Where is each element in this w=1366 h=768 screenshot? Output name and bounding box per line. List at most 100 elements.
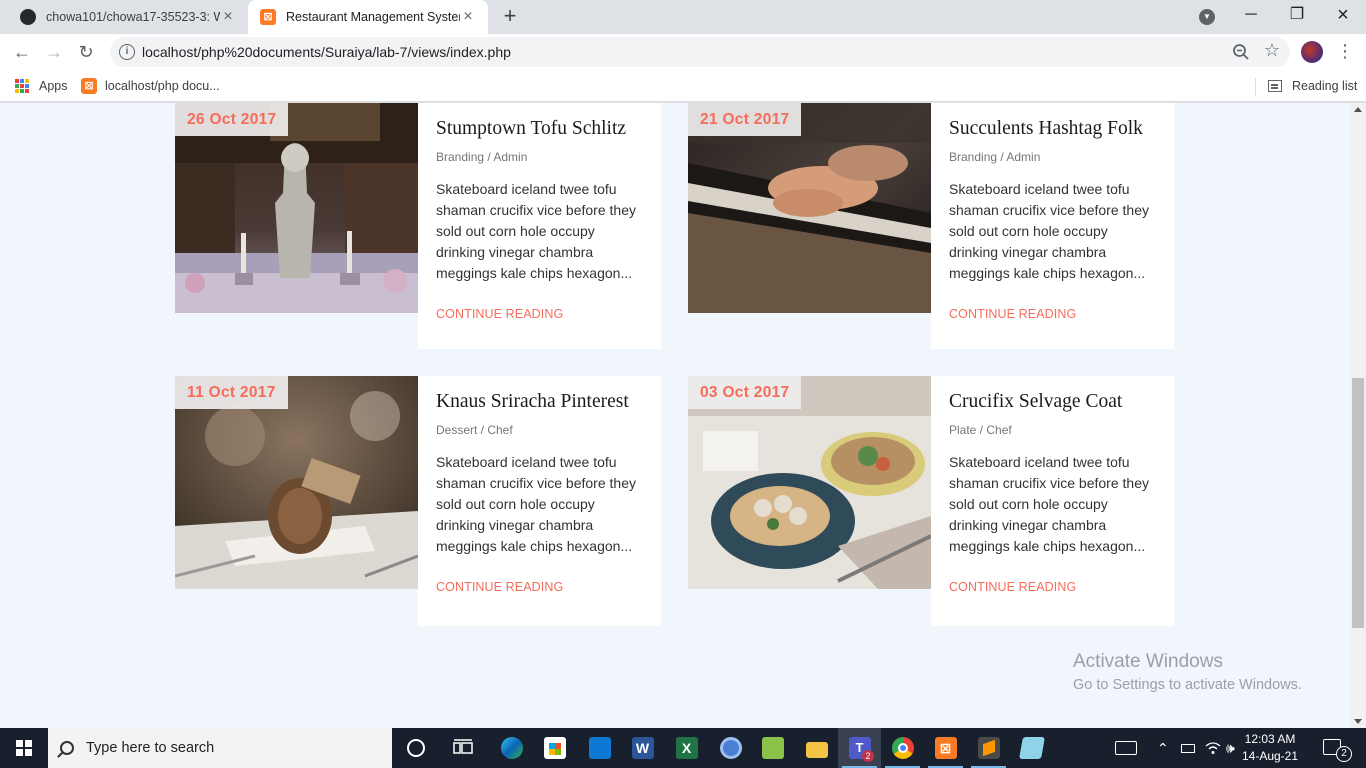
profile-avatar[interactable] — [1301, 41, 1323, 63]
divider — [1255, 78, 1256, 96]
post-meta: Plate / Chef — [949, 423, 1012, 437]
wifi-icon[interactable] — [1205, 728, 1221, 768]
post-body: Stumptown Tofu Schlitz Branding / Admin … — [418, 103, 661, 349]
reading-list-label: Reading list — [1292, 79, 1358, 93]
windows-taskbar: Type here to search W X T 2 ⊠ ⌃ 🕪 12:03 … — [0, 728, 1366, 768]
continue-reading-link[interactable]: CONTINUE READING — [949, 307, 1156, 321]
continue-reading-link[interactable]: CONTINUE READING — [436, 307, 643, 321]
bookmarks-bar: Apps ⊠ localhost/php docu... Reading lis… — [0, 70, 1366, 102]
apps-grid-icon — [15, 79, 29, 93]
new-tab-button[interactable]: + — [498, 5, 522, 29]
keyboard-icon[interactable] — [1115, 728, 1137, 768]
bookmark-label: localhost/php docu... — [105, 79, 220, 93]
reload-button[interactable]: ↻ — [74, 40, 98, 64]
clock-date: 14-Aug-21 — [1241, 749, 1299, 763]
tab-search-icon[interactable]: ▼ — [1199, 9, 1215, 25]
bookmark-star-icon[interactable]: ☆ — [1264, 40, 1280, 61]
search-icon — [60, 741, 74, 755]
word-icon[interactable]: W — [621, 728, 664, 768]
post-excerpt: Skateboard iceland twee tofu shaman cruc… — [436, 181, 636, 281]
tab-title: Restaurant Management System — [286, 10, 460, 24]
chevron-up-icon[interactable]: ⌃ — [1157, 728, 1169, 768]
post-date: 11 Oct 2017 — [175, 376, 288, 409]
scrollbar-thumb[interactable] — [1352, 378, 1364, 628]
xampp-taskbar-icon[interactable]: ⊠ — [924, 728, 967, 768]
teams-icon[interactable]: T 2 — [838, 728, 881, 768]
tab-github[interactable]: chowa101/chowa17-35523-3: We × — [8, 0, 248, 34]
apps-bookmark[interactable]: Apps — [15, 76, 68, 96]
tab-strip: chowa101/chowa17-35523-3: We × ⊠ Restaur… — [0, 0, 1366, 34]
xampp-icon: ⊠ — [260, 9, 276, 25]
edge-icon[interactable] — [490, 728, 533, 768]
scroll-up-icon[interactable] — [1354, 107, 1362, 112]
url-text[interactable]: localhost/php%20documents/Suraiya/lab-7/… — [142, 44, 511, 60]
post-excerpt: Skateboard iceland twee tofu shaman cruc… — [949, 454, 1149, 554]
post-title[interactable]: Stumptown Tofu Schlitz — [436, 118, 643, 140]
reading-list-icon — [1268, 80, 1282, 92]
teams-badge: 2 — [862, 750, 874, 762]
blog-card: 03 Oct 2017 Crucifix Selvage Coat Plate … — [688, 376, 1174, 626]
continue-reading-link[interactable]: CONTINUE READING — [436, 580, 643, 594]
info-icon[interactable]: i — [119, 44, 135, 60]
mail-icon[interactable] — [578, 728, 621, 768]
blog-card: 21 Oct 2017 Succulents Hashtag Folk Bran… — [688, 103, 1174, 349]
post-body: Crucifix Selvage Coat Plate / Chef Skate… — [931, 376, 1174, 626]
post-image[interactable]: 21 Oct 2017 — [688, 103, 931, 313]
post-excerpt: Skateboard iceland twee tofu shaman cruc… — [436, 454, 636, 554]
post-excerpt: Skateboard iceland twee tofu shaman cruc… — [949, 181, 1149, 281]
bookmark-localhost[interactable]: ⊠ localhost/php docu... — [81, 76, 220, 96]
task-view-icon[interactable] — [441, 728, 484, 768]
notepad-icon[interactable] — [1010, 728, 1053, 768]
menu-icon[interactable]: ⋮ — [1336, 40, 1354, 64]
post-date: 21 Oct 2017 — [688, 103, 802, 136]
post-meta: Branding / Admin — [949, 150, 1041, 164]
browser-toolbar: ← → ↻ i localhost/php%20documents/Suraiy… — [0, 34, 1366, 70]
start-button[interactable] — [0, 728, 48, 768]
back-button[interactable]: ← — [10, 40, 34, 64]
close-window-button[interactable]: × — [1320, 0, 1366, 32]
system-clock[interactable]: 12:03 AM 14-Aug-21 — [1240, 731, 1300, 765]
post-meta: Branding / Admin — [436, 150, 528, 164]
sublime-text-icon[interactable] — [967, 728, 1010, 768]
close-icon[interactable]: × — [220, 9, 236, 25]
post-image[interactable]: 26 Oct 2017 — [175, 103, 418, 313]
taskbar-search[interactable]: Type here to search — [48, 728, 392, 768]
xampp-icon: ⊠ — [81, 78, 97, 94]
post-title[interactable]: Succulents Hashtag Folk — [949, 118, 1156, 140]
chart-app-icon[interactable] — [751, 728, 794, 768]
post-image[interactable]: 03 Oct 2017 — [688, 376, 931, 589]
reading-list-button[interactable]: Reading list — [1268, 76, 1357, 96]
volume-icon[interactable]: 🕪 — [1226, 728, 1235, 768]
apps-label: Apps — [39, 79, 68, 93]
watermark-title: Activate Windows — [1073, 651, 1223, 672]
scroll-down-icon[interactable] — [1354, 719, 1362, 724]
cortana-icon[interactable] — [394, 728, 437, 768]
battery-icon[interactable] — [1181, 728, 1195, 768]
page-scrollbar[interactable] — [1350, 103, 1366, 728]
continue-reading-link[interactable]: CONTINUE READING — [949, 580, 1156, 594]
post-date: 03 Oct 2017 — [688, 376, 802, 409]
blog-card: 11 Oct 2017 Knaus Sriracha Pinterest Des… — [175, 376, 661, 626]
file-explorer-icon[interactable] — [795, 728, 838, 768]
watermark-subtitle: Go to Settings to activate Windows. — [1073, 677, 1302, 693]
tab-restaurant[interactable]: ⊠ Restaurant Management System × — [248, 0, 488, 34]
post-title[interactable]: Knaus Sriracha Pinterest — [436, 391, 643, 413]
chrome-icon[interactable] — [881, 728, 924, 768]
close-icon[interactable]: × — [460, 9, 476, 25]
post-image[interactable]: 11 Oct 2017 — [175, 376, 418, 589]
search-placeholder: Type here to search — [86, 740, 215, 756]
post-body: Knaus Sriracha Pinterest Dessert / Chef … — [418, 376, 661, 626]
chrome-alt-icon[interactable] — [709, 728, 752, 768]
post-body: Succulents Hashtag Folk Branding / Admin… — [931, 103, 1174, 349]
store-icon[interactable] — [533, 728, 576, 768]
post-title[interactable]: Crucifix Selvage Coat — [949, 391, 1156, 413]
windows-logo-icon — [16, 740, 32, 756]
zoom-icon[interactable] — [1232, 43, 1250, 61]
restore-button[interactable]: ❐ — [1274, 0, 1320, 32]
post-date: 26 Oct 2017 — [175, 103, 289, 136]
forward-button[interactable]: → — [42, 40, 66, 64]
minimize-button[interactable]: ─ — [1228, 0, 1274, 32]
excel-icon[interactable]: X — [665, 728, 708, 768]
address-bar[interactable]: i localhost/php%20documents/Suraiya/lab-… — [110, 37, 1290, 67]
activate-windows-watermark: Activate Windows Go to Settings to activ… — [1073, 651, 1302, 693]
